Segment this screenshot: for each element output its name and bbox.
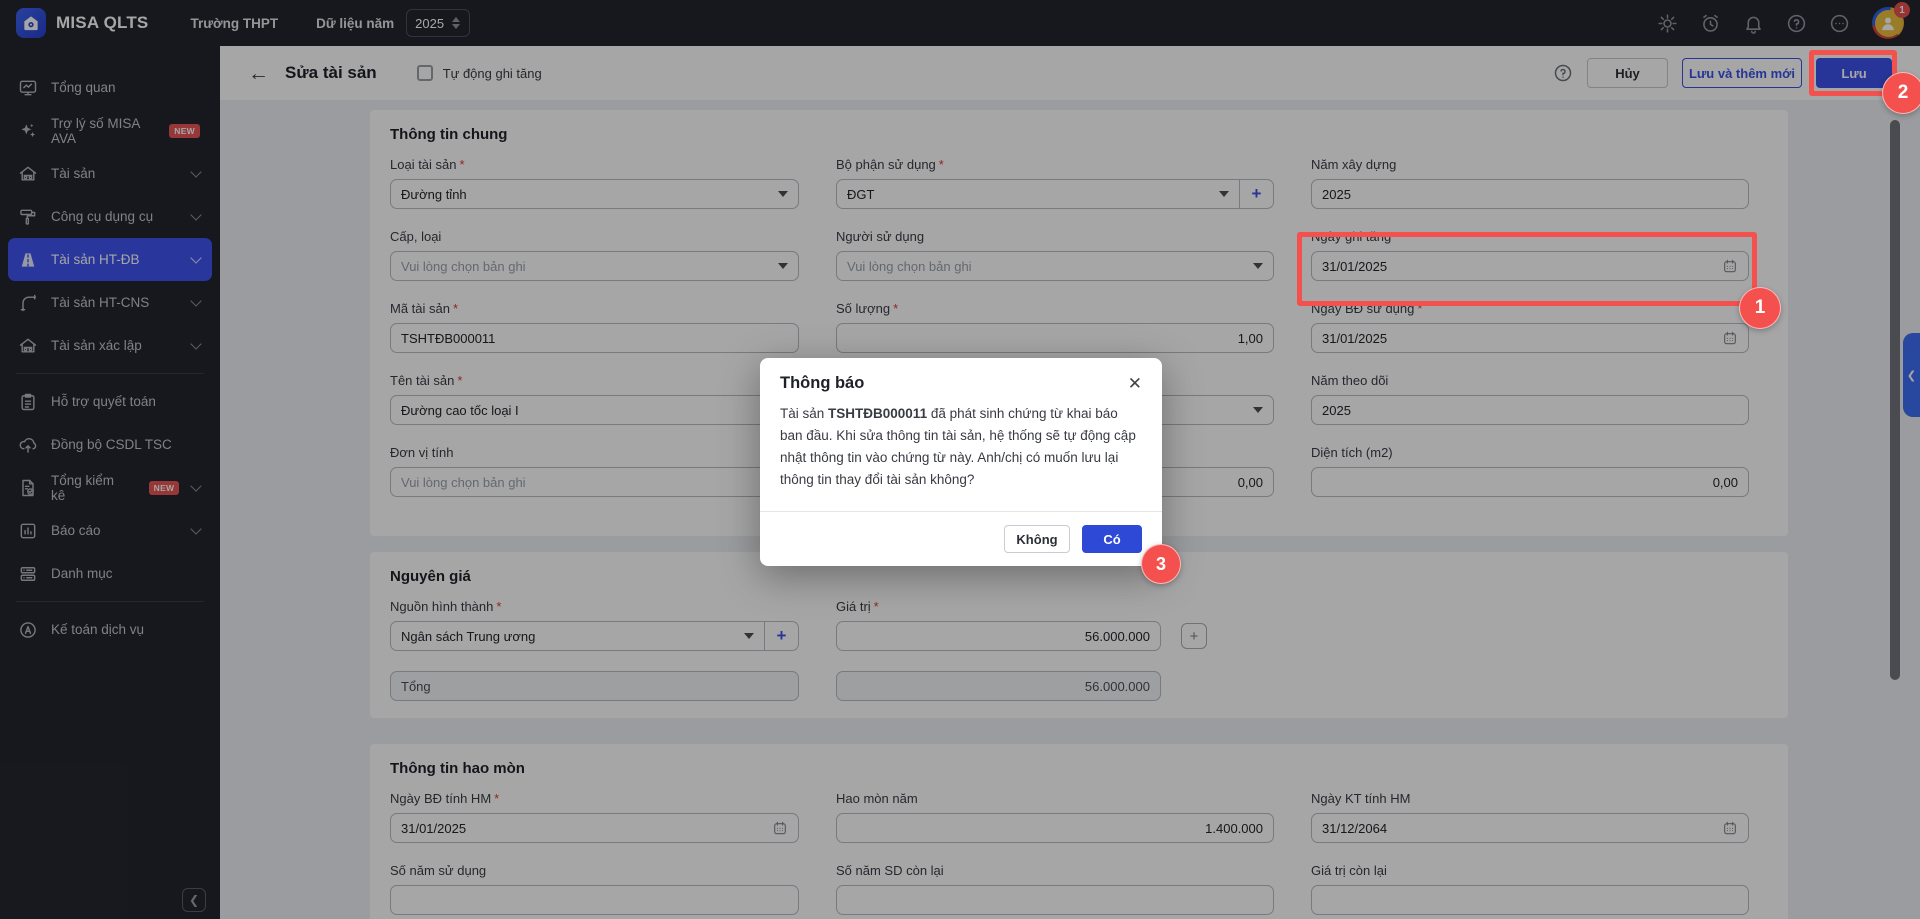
dialog-yes-button[interactable]: Có [1082, 525, 1142, 553]
dialog-message: Tài sản TSHTĐB000011 đã phát sinh chứng … [760, 393, 1162, 511]
confirm-dialog: Thông báo ✕ Tài sản TSHTĐB000011 đã phát… [760, 358, 1162, 566]
asset-code: TSHTĐB000011 [828, 406, 927, 421]
annotation-step-1: 1 [1739, 287, 1781, 329]
annotation-rect-step1 [1297, 232, 1757, 306]
annotation-step-3: 3 [1141, 544, 1181, 584]
annotation-step-2: 2 [1882, 72, 1920, 114]
app-root: MISA QLTS Trường THPT Dữ liệu năm 2025 1… [0, 0, 1920, 919]
dialog-title: Thông báo [780, 374, 864, 393]
dialog-no-button[interactable]: Không [1004, 525, 1070, 553]
close-icon[interactable]: ✕ [1128, 375, 1142, 392]
